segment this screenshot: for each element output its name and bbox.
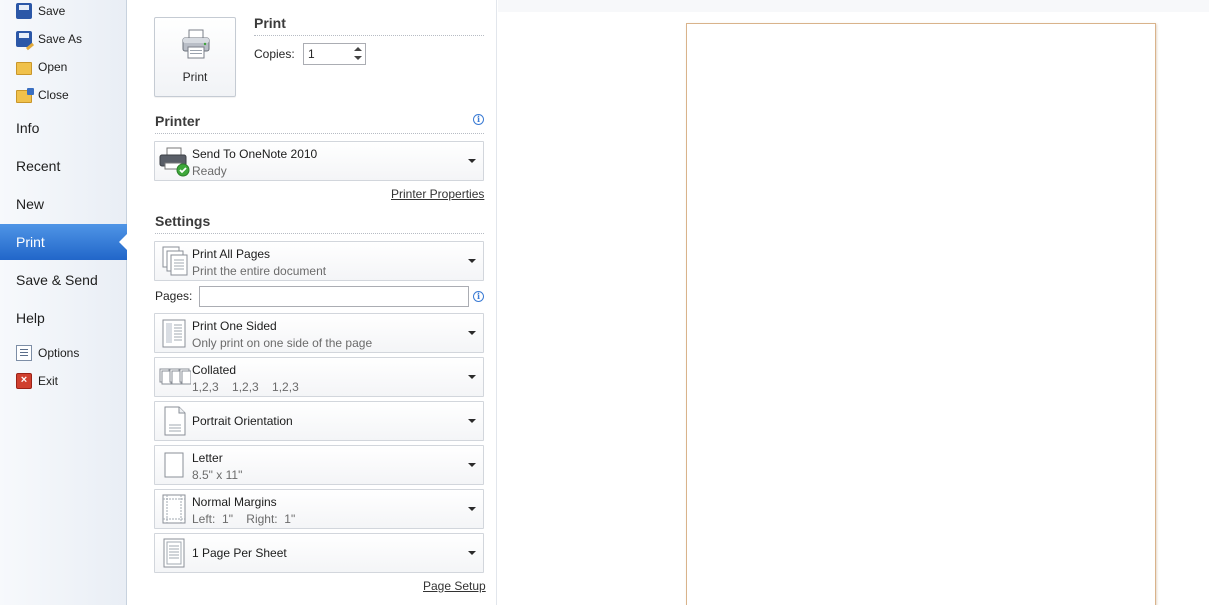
info-icon[interactable]: i — [473, 114, 484, 125]
nav-open[interactable]: Open — [0, 54, 127, 80]
nav-save-send[interactable]: Save & Send — [0, 262, 127, 298]
nav-options[interactable]: Options — [0, 340, 127, 366]
folder-close-icon — [16, 87, 34, 103]
collation-label: Collated — [192, 363, 237, 377]
print-range-dropdown[interactable]: Print All Pages Print the entire documen… — [154, 241, 484, 281]
nav-exit-label: Exit — [38, 374, 59, 388]
collation-desc: 1,2,3 1,2,3 1,2,3 — [192, 380, 299, 394]
collated-icon — [159, 368, 191, 385]
info-icon[interactable]: i — [473, 291, 484, 302]
collation-dropdown[interactable]: Collated 1,2,3 1,2,3 1,2,3 — [154, 357, 484, 397]
margins-dropdown[interactable]: Normal Margins Left: 1" Right: 1" — [154, 489, 484, 529]
margins-icon — [162, 494, 186, 524]
print-range-label: Print All Pages — [192, 247, 271, 261]
nav-print-label: Print — [16, 234, 45, 250]
margins-label: Normal Margins — [192, 495, 277, 509]
exit-icon: × — [16, 373, 32, 389]
nav-recent-label: Recent — [16, 158, 61, 174]
save-as-icon — [16, 31, 32, 47]
copies-spin-buttons[interactable] — [352, 45, 364, 63]
paper-size-icon — [164, 452, 184, 478]
divider — [155, 133, 484, 134]
page-setup-link[interactable]: Page Setup — [423, 579, 486, 593]
printer-dropdown[interactable]: Send To OneNote 2010 Ready — [154, 141, 484, 181]
chevron-down-icon — [468, 551, 476, 555]
chevron-down-icon — [468, 419, 476, 423]
print-button-label: Print — [182, 70, 208, 84]
paper-size-dropdown[interactable]: Letter 8.5" x 11" — [154, 445, 484, 485]
pages-stack-icon — [162, 246, 188, 276]
copies-label: Copies: — [254, 47, 295, 61]
nav-help-label: Help — [16, 310, 45, 326]
nav-save-label: Save — [38, 4, 66, 18]
chevron-down-icon — [468, 507, 476, 511]
printer-name: Send To OneNote 2010 — [192, 147, 318, 161]
preview-toolbar-strip — [498, 0, 1209, 12]
print-range-desc: Print the entire document — [192, 264, 327, 278]
copies-value[interactable]: 1 — [308, 47, 315, 61]
onenote-printer-icon — [159, 147, 190, 177]
nav-print[interactable]: Print — [0, 224, 127, 260]
divider — [155, 233, 484, 234]
settings-section-title: Settings — [155, 213, 211, 229]
nav-save-as[interactable]: Save As — [0, 26, 127, 52]
one-sided-icon — [162, 319, 186, 348]
spin-down-icon[interactable] — [354, 56, 362, 60]
nav-new-label: New — [16, 196, 45, 212]
sides-dropdown[interactable]: Print One Sided Only print on one side o… — [154, 313, 484, 353]
nav-info[interactable]: Info — [0, 110, 127, 146]
backstage-nav: Save Save As Open Close Info Recent New … — [0, 0, 127, 605]
preview-page — [686, 23, 1156, 605]
sides-label: Print One Sided — [192, 319, 277, 333]
nav-recent[interactable]: Recent — [0, 148, 127, 184]
nav-save-send-label: Save & Send — [16, 272, 98, 288]
folder-open-icon — [16, 61, 32, 75]
orientation-label: Portrait Orientation — [192, 414, 293, 428]
printer-icon — [182, 29, 210, 59]
paper-size-label: Letter — [192, 451, 223, 465]
chevron-down-icon — [468, 375, 476, 379]
nav-save[interactable]: Save — [0, 0, 127, 24]
chevron-down-icon — [468, 331, 476, 335]
pages-per-sheet-label: 1 Page Per Sheet — [192, 546, 287, 560]
nav-close-label: Close — [38, 88, 69, 102]
sides-desc: Only print on one side of the page — [192, 336, 373, 350]
nav-save-as-label: Save As — [38, 32, 83, 46]
printer-properties-link[interactable]: Printer Properties — [391, 187, 484, 201]
chevron-down-icon — [468, 463, 476, 467]
print-preview-area — [498, 0, 1209, 605]
save-icon — [16, 3, 32, 19]
nav-new[interactable]: New — [0, 186, 127, 222]
nav-close[interactable]: Close — [0, 82, 127, 108]
spin-up-icon[interactable] — [354, 47, 362, 51]
pages-input[interactable] — [199, 286, 469, 307]
nav-help[interactable]: Help — [0, 300, 127, 336]
nav-info-label: Info — [16, 120, 40, 136]
chevron-down-icon — [468, 259, 476, 263]
printer-status: Ready — [192, 164, 227, 178]
pages-label: Pages: — [155, 289, 193, 303]
nav-exit[interactable]: × Exit — [0, 368, 127, 394]
page-per-sheet-icon — [163, 538, 185, 568]
portrait-page-icon — [164, 406, 186, 436]
copies-stepper[interactable]: 1 — [303, 43, 366, 65]
margins-desc: Left: 1" Right: 1" — [192, 512, 296, 526]
divider — [254, 35, 484, 36]
printer-section-title: Printer — [155, 113, 201, 129]
pages-per-sheet-dropdown[interactable]: 1 Page Per Sheet — [154, 533, 484, 573]
nav-open-label: Open — [38, 60, 68, 74]
paper-size-desc: 8.5" x 11" — [192, 468, 243, 482]
options-icon — [16, 345, 32, 361]
chevron-down-icon — [468, 159, 476, 163]
orientation-dropdown[interactable]: Portrait Orientation — [154, 401, 484, 441]
print-section-title: Print — [254, 15, 286, 31]
nav-options-label: Options — [38, 346, 80, 360]
print-button[interactable]: Print — [154, 17, 236, 97]
